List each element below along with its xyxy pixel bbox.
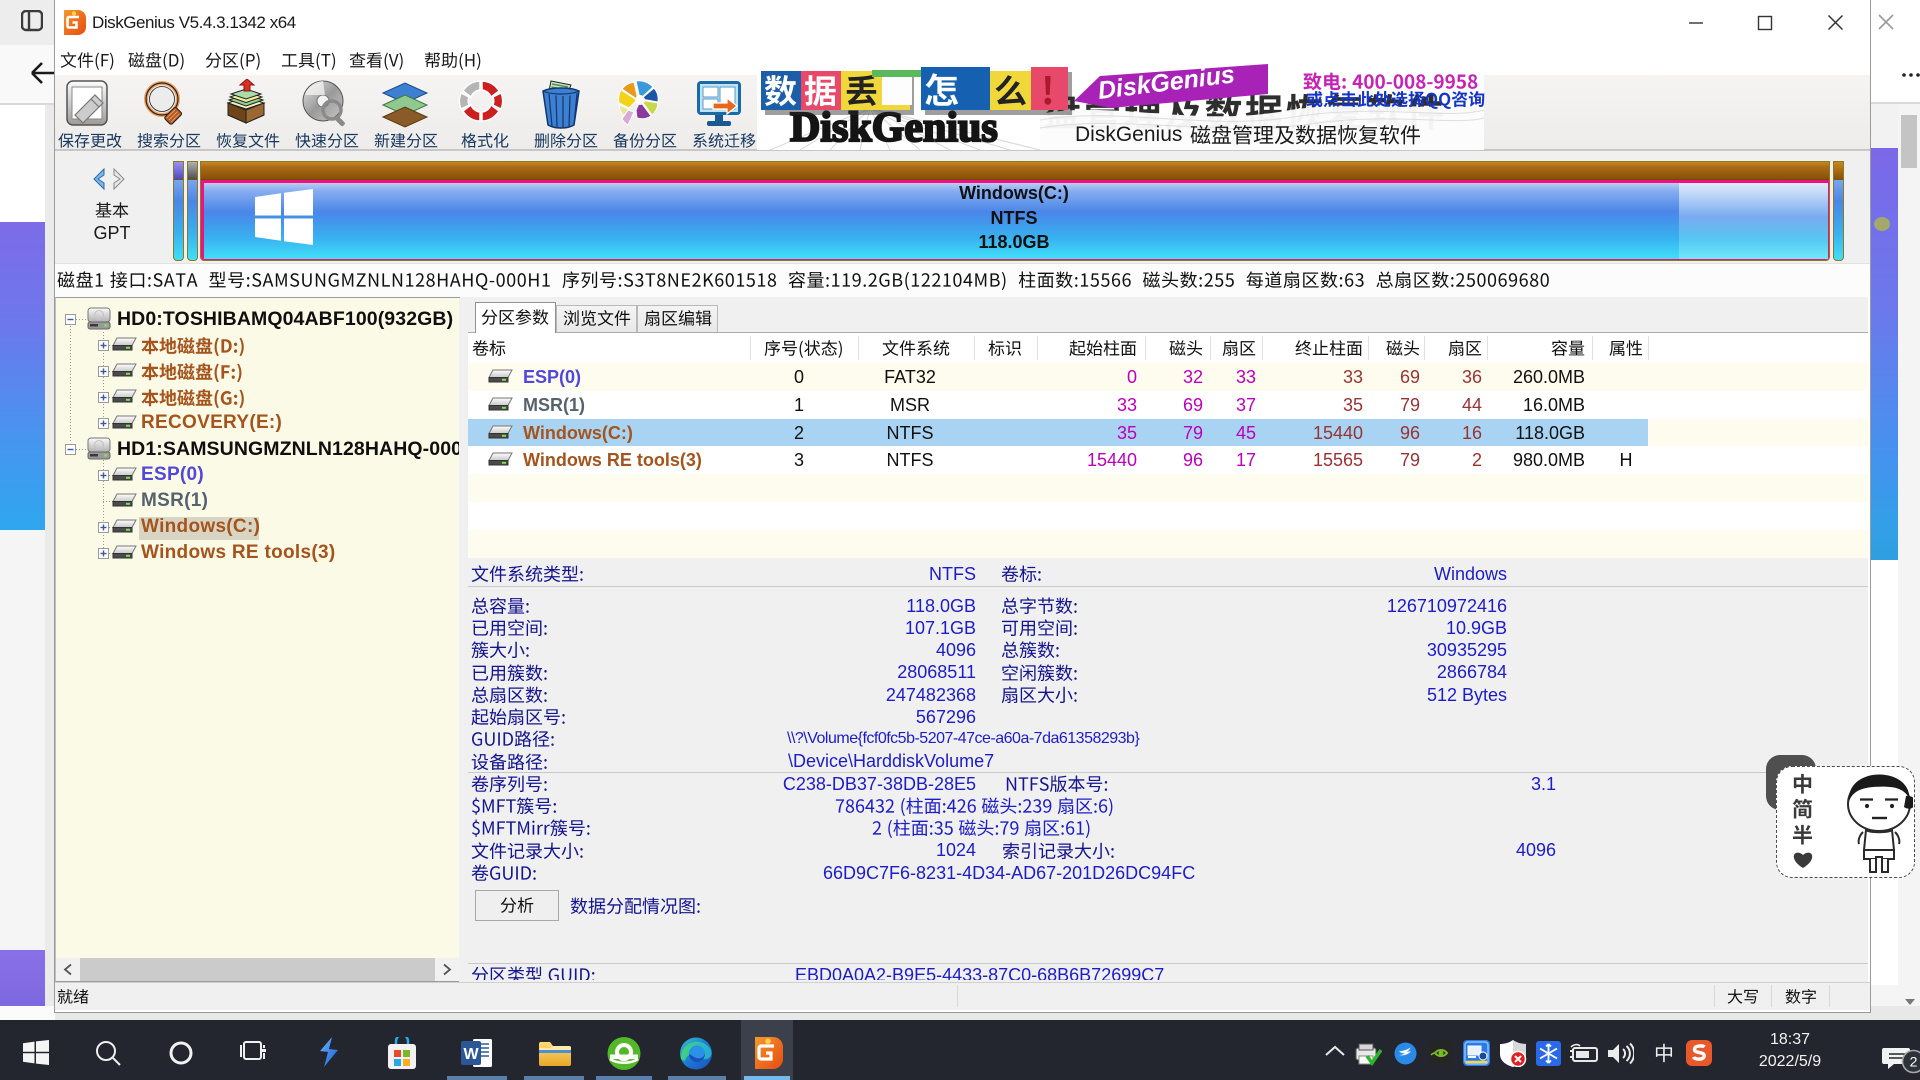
svg-text:2: 2 [1910,1054,1918,1070]
svg-text:W: W [463,1046,479,1063]
